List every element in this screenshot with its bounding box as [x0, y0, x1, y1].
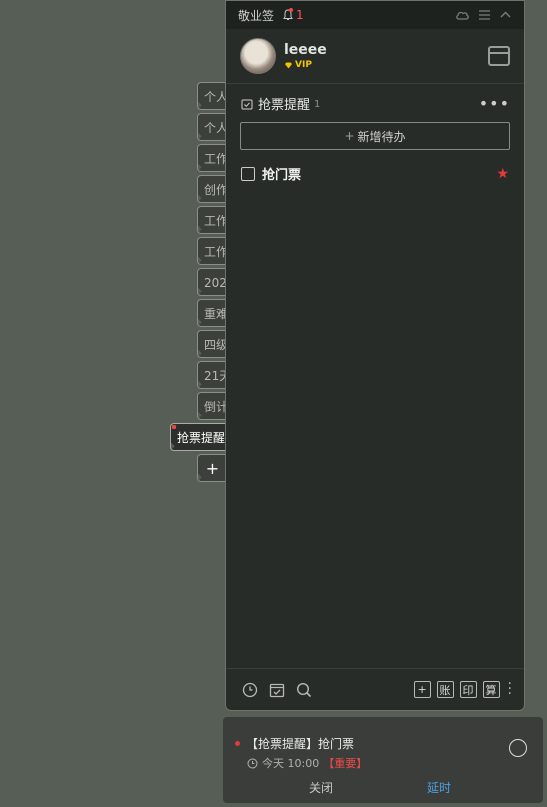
active-indicator — [172, 425, 176, 429]
clock-small-icon — [247, 758, 258, 768]
star-icon[interactable]: ★ — [496, 166, 509, 182]
notification-title: 【抢票提醒】抢门票 — [246, 737, 355, 751]
side-tab-4[interactable]: 创作 — [197, 175, 227, 203]
app-title: 敬业签 — [238, 8, 275, 23]
sticky-note-panel: 敬业签 1 leeee VIP 抢票提醒 1 ••• + 新增待办 抢门票 ★ … — [225, 0, 525, 711]
close-button[interactable]: 关闭 — [309, 779, 333, 796]
more-options-icon[interactable]: ••• — [479, 95, 510, 111]
calendar-icon[interactable] — [488, 46, 510, 66]
search-icon[interactable] — [296, 682, 312, 698]
list-count: 1 — [314, 99, 321, 110]
bell-count: 1 — [296, 8, 304, 22]
side-tab-5[interactable]: 工作 — [197, 206, 227, 234]
checkbox-list-icon — [241, 99, 253, 109]
plus-icon: + — [344, 129, 355, 143]
side-tab-11[interactable]: 倒计 — [197, 392, 227, 420]
add-button[interactable]: + — [413, 681, 431, 698]
collapse-icon[interactable] — [499, 9, 512, 21]
notification-time: 今天 10:00 — [262, 757, 320, 770]
add-tab-button[interactable]: + — [197, 454, 227, 482]
vip-label: VIP — [295, 60, 312, 70]
importance-tag: 【重要】 — [323, 757, 368, 770]
user-header: leeee VIP — [226, 29, 524, 84]
todo-text[interactable]: 抢门票 — [262, 164, 301, 183]
side-tab-active[interactable]: 抢票提醒 — [170, 423, 227, 451]
side-tab-2[interactable]: 个人 — [197, 113, 227, 141]
menu-icon[interactable] — [478, 9, 491, 21]
side-tab-1[interactable]: 个人 — [197, 82, 227, 110]
print-button[interactable]: 印 — [459, 681, 477, 698]
diamond-icon — [285, 62, 292, 68]
bell-dot — [289, 8, 294, 12]
cloud-sync-icon[interactable] — [455, 9, 470, 21]
side-tab-7[interactable]: 202 — [197, 268, 227, 296]
add-todo-label: 新增待办 — [357, 129, 406, 144]
vip-badge[interactable]: VIP — [284, 60, 327, 70]
more-vertical-icon[interactable]: · · · — [508, 677, 512, 701]
avatar[interactable] — [240, 38, 276, 74]
bottom-toolbar: + 账 印 算 · · · — [226, 668, 524, 710]
side-tab-9[interactable]: 四级 — [197, 330, 227, 358]
list-title: 抢票提醒 — [258, 98, 311, 113]
calendar-check-icon[interactable] — [269, 682, 285, 698]
title-bar[interactable]: 敬业签 1 — [226, 1, 524, 29]
complete-circle-icon[interactable] — [509, 739, 527, 757]
snooze-button[interactable]: 延时 — [427, 779, 451, 796]
side-tab-8[interactable]: 重难 — [197, 299, 227, 327]
reminder-notification: 【抢票提醒】抢门票 今天 10:00 【重要】 关闭 延时 — [223, 717, 543, 803]
todo-checkbox[interactable] — [241, 166, 255, 181]
side-tab-10[interactable]: 21天 — [197, 361, 227, 389]
add-todo-button[interactable]: + 新增待办 — [240, 122, 510, 150]
reminder-dot — [235, 741, 240, 746]
reminder-bell[interactable]: 1 — [282, 8, 304, 22]
side-tab-3[interactable]: 工作 — [197, 144, 227, 172]
side-tab-6[interactable]: 工作 — [197, 237, 227, 265]
ledger-button[interactable]: 账 — [436, 681, 454, 698]
user-name: leeee — [284, 42, 327, 58]
calculator-button[interactable]: 算 — [482, 681, 500, 698]
side-tab-active-label: 抢票提醒 — [177, 431, 226, 445]
list-header: 抢票提醒 1 ••• — [226, 84, 524, 113]
clock-icon[interactable] — [242, 682, 258, 698]
todo-item[interactable]: 抢门票 ★ — [226, 150, 524, 183]
